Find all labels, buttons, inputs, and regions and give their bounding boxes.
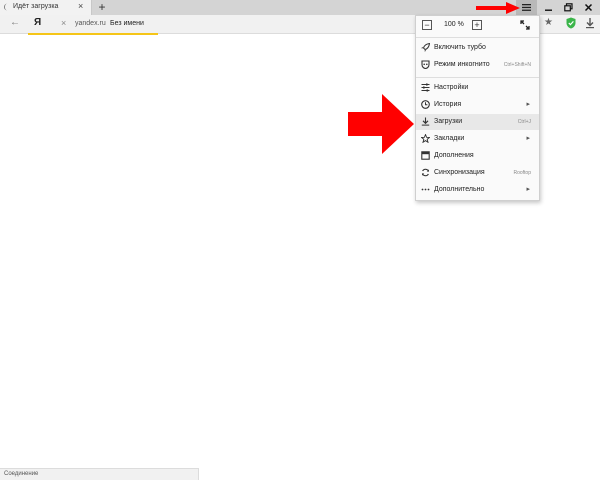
restore-button[interactable]: [560, 0, 578, 15]
more-icon: [421, 188, 430, 191]
menu-item-extensions[interactable]: Дополнения: [416, 148, 539, 164]
yandex-logo[interactable]: Я: [34, 17, 46, 31]
annotation-arrow-large: [348, 94, 414, 154]
menu-item-incognito[interactable]: Режим инкогнито Ctrl+Shift+N: [416, 57, 539, 73]
stop-loading-icon[interactable]: ×: [61, 18, 66, 28]
submenu-arrow-icon: ▸: [526, 101, 530, 108]
menu-item-bookmarks[interactable]: Закладки ▸: [416, 131, 539, 147]
submenu-arrow-icon: ▸: [526, 186, 530, 193]
page-title[interactable]: Без имени: [110, 20, 144, 27]
minimize-button[interactable]: [540, 0, 558, 15]
menu-item-history[interactable]: История ▸: [416, 97, 539, 113]
menu-item-settings[interactable]: Настройки: [416, 80, 539, 96]
bookmark-star-icon[interactable]: ★: [544, 17, 553, 28]
menu-separator: [416, 37, 539, 38]
close-window-button[interactable]: [580, 0, 598, 15]
back-arrow-icon[interactable]: ←: [10, 17, 22, 29]
hamburger-icon: [522, 4, 531, 11]
annotation-arrow-small: [476, 2, 520, 14]
menu-separator: [416, 77, 539, 78]
star-icon: [421, 134, 430, 143]
submenu-arrow-icon: ▸: [526, 135, 530, 142]
loading-moon-icon: [4, 3, 8, 11]
status-bar: Соединение: [0, 468, 199, 480]
rocket-icon: [421, 43, 430, 52]
loading-progress-bar: [28, 33, 158, 35]
clock-icon: [421, 100, 430, 109]
status-text: Соединение: [4, 471, 39, 477]
menu-item-turbo[interactable]: Включить турбо: [416, 40, 539, 56]
incognito-icon: [421, 60, 430, 69]
fullscreen-icon[interactable]: [520, 20, 530, 30]
downloads-toolbar-icon[interactable]: [585, 17, 595, 29]
tab-title: Идёт загрузка: [13, 3, 59, 10]
menu-item-sync[interactable]: Синхронизация Rooftop: [416, 165, 539, 181]
close-icon: [584, 3, 593, 12]
menu-item-more[interactable]: Дополнительно ▸: [416, 182, 539, 198]
tab-close-icon[interactable]: ×: [78, 1, 83, 11]
zoom-in-button[interactable]: +: [472, 20, 482, 30]
settings-sliders-icon: [421, 83, 430, 92]
restore-icon: [564, 3, 573, 12]
minimize-icon: [545, 9, 552, 11]
download-icon: [421, 117, 430, 126]
browser-tab[interactable]: Идёт загрузка ×: [0, 0, 92, 15]
url-host[interactable]: yandex.ru: [75, 20, 106, 27]
zoom-level: 100 %: [444, 21, 464, 28]
extensions-icon: [421, 151, 430, 160]
new-tab-button[interactable]: +: [96, 0, 108, 15]
sync-icon: [421, 168, 430, 177]
protect-shield-icon[interactable]: [566, 17, 576, 29]
menu-item-downloads[interactable]: Загрузки Ctrl+J: [416, 114, 539, 130]
zoom-out-button[interactable]: −: [422, 20, 432, 30]
